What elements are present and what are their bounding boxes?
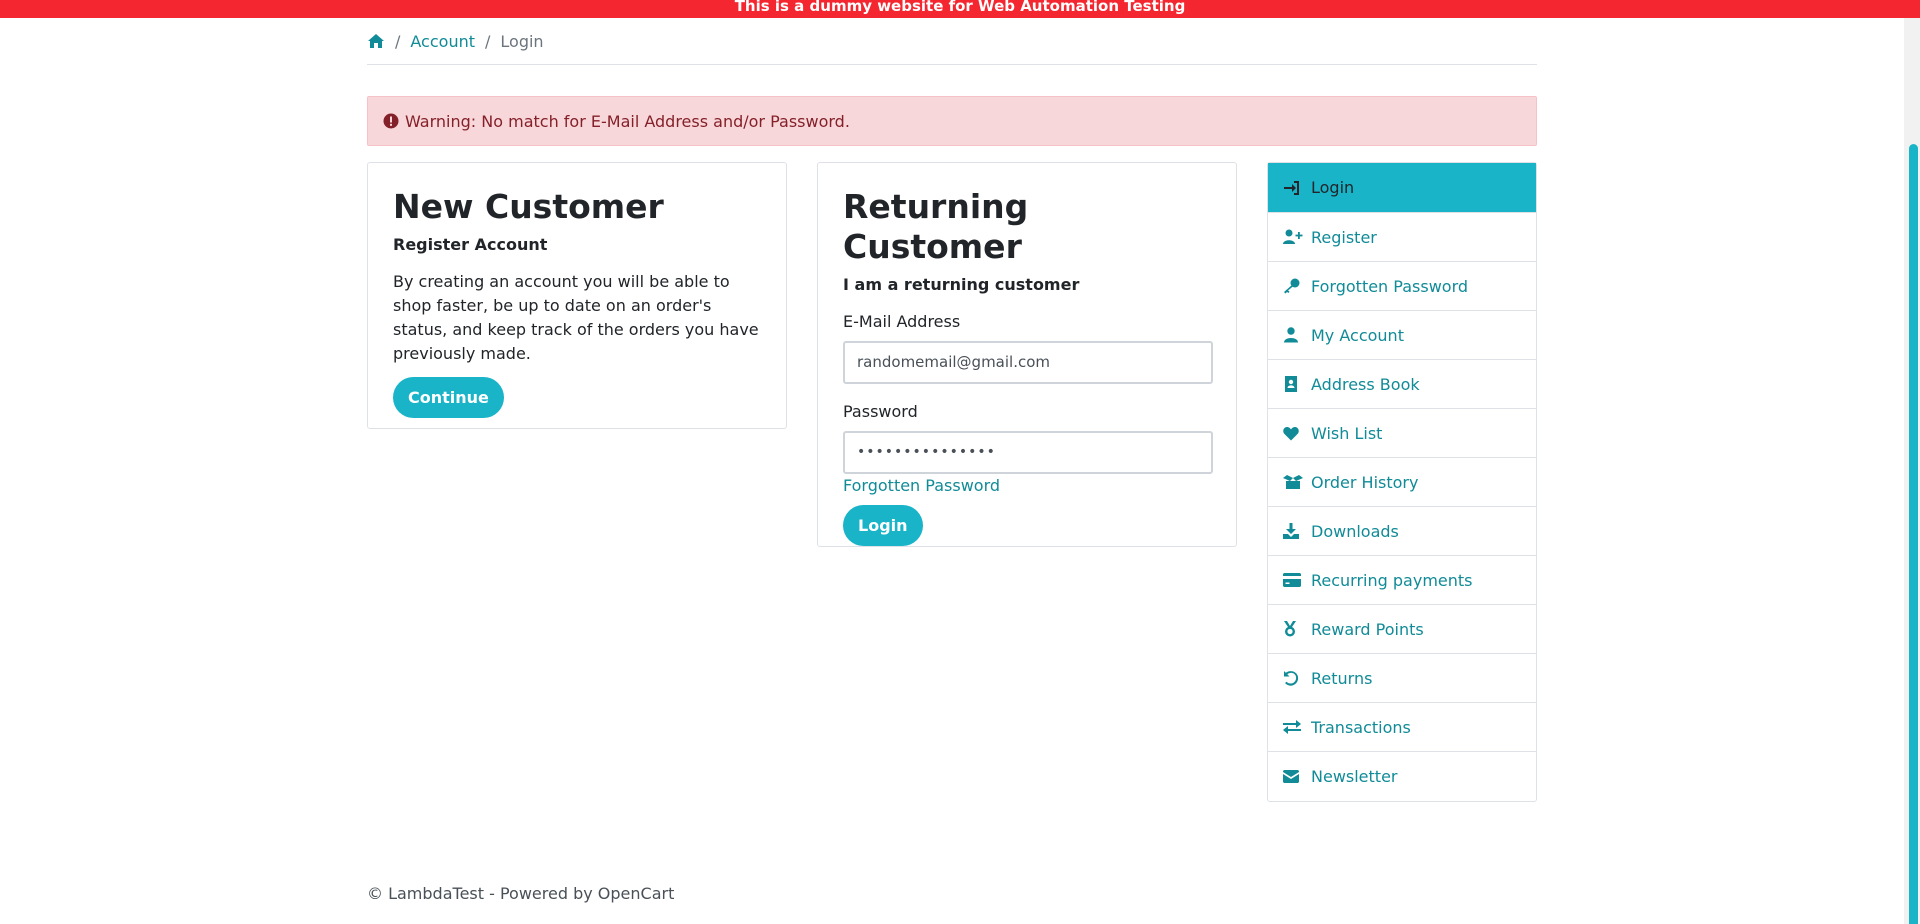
login-button[interactable]: Login [843,505,923,546]
email-label: E-Mail Address [843,312,961,331]
sidebar-item-my-account[interactable]: My Account [1268,311,1536,360]
credit-card-icon [1283,573,1311,587]
sidebar-item-label: Forgotten Password [1311,276,1469,296]
sidebar-item-recurring-payments[interactable]: Recurring payments [1268,556,1536,605]
banner-text: This is a dummy website for Web Automati… [734,0,1186,15]
breadcrumb-current: Login [500,31,544,51]
main-container: / Account / Login Warning: No match for … [367,18,1537,802]
sidebar-item-register[interactable]: Register [1268,213,1536,262]
download-icon [1283,523,1311,539]
breadcrumb-separator: / [485,31,491,51]
exchange-icon [1283,719,1311,735]
scrollbar-thumb[interactable] [1909,144,1918,924]
new-customer-description: By creating an account you will be able … [393,272,759,363]
breadcrumb-separator: / [395,31,401,51]
sign-in-icon [1283,180,1311,196]
sidebar-item-label: Register [1311,227,1377,247]
top-banner: This is a dummy website for Web Automati… [0,0,1920,18]
sidebar-item-label: Returns [1311,668,1373,688]
sidebar-item-login[interactable]: Login [1268,163,1536,213]
sidebar-item-transactions[interactable]: Transactions [1268,703,1536,752]
sidebar-item-label: Recurring payments [1311,570,1473,590]
continue-button[interactable]: Continue [393,377,504,418]
key-icon [1283,278,1311,294]
returning-customer-subtitle: I am a returning customer [843,275,1080,294]
undo-icon [1283,670,1311,686]
sidebar-item-label: Newsletter [1311,767,1398,786]
heart-icon [1283,426,1311,441]
sidebar-item-label: Address Book [1311,374,1420,394]
sidebar-item-address-book[interactable]: Address Book [1268,360,1536,409]
returning-customer-card: Returning Customer I am a returning cust… [817,162,1237,547]
sidebar-item-downloads[interactable]: Downloads [1268,507,1536,556]
returning-customer-title: Returning Customer [843,187,1029,266]
forgotten-password-link[interactable]: Forgotten Password [843,476,1000,495]
sidebar-item-label: Wish List [1311,423,1383,443]
sidebar-item-label: Transactions [1311,717,1411,737]
password-label: Password [843,402,918,421]
alert-text: Warning: No match for E-Mail Address and… [405,111,850,131]
breadcrumb: / Account / Login [367,18,1537,65]
medal-icon [1283,621,1311,637]
user-icon [1283,327,1311,343]
sidebar-item-forgotten-password[interactable]: Forgotten Password [1268,262,1536,311]
exclamation-circle-icon [383,113,399,129]
email-field[interactable]: randomemail@gmail.com [843,341,1213,384]
password-field[interactable]: ••••••••••••••• [843,431,1213,474]
user-plus-icon [1283,229,1311,245]
new-customer-title: New Customer [393,187,664,226]
scrollbar[interactable] [1904,18,1920,924]
sidebar-item-label: Downloads [1311,521,1399,541]
sidebar-item-order-history[interactable]: Order History [1268,458,1536,507]
sidebar-item-label: Login [1311,178,1355,197]
footer-text: © LambdaTest - Powered by [367,884,598,903]
sidebar-item-returns[interactable]: Returns [1268,654,1536,703]
new-customer-card: New Customer Register Account By creatin… [367,162,787,429]
register-account-subtitle: Register Account [393,235,548,254]
home-icon[interactable] [367,33,385,49]
footer: © LambdaTest - Powered by OpenCart [367,884,674,903]
sidebar-item-wish-list[interactable]: Wish List [1268,409,1536,458]
sidebar-item-label: Reward Points [1311,619,1424,639]
sidebar-item-label: Order History [1311,472,1419,492]
warning-alert: Warning: No match for E-Mail Address and… [367,96,1537,146]
opencart-link[interactable]: OpenCart [598,884,675,903]
sidebar-item-reward-points[interactable]: Reward Points [1268,605,1536,654]
envelope-icon [1283,770,1311,783]
breadcrumb-account-link[interactable]: Account [410,32,475,51]
box-open-icon [1283,474,1311,490]
sidebar-item-newsletter[interactable]: Newsletter [1268,752,1536,801]
account-sidebar: Login Register Forgotten Password My Acc… [1267,162,1537,802]
sidebar-item-label: My Account [1311,325,1404,345]
address-book-icon [1283,376,1311,392]
